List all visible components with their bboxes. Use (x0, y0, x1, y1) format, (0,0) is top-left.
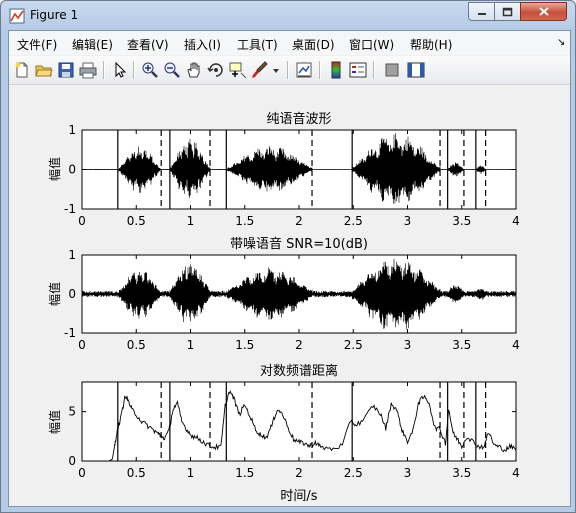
x-tick-label: 0.5 (127, 338, 146, 352)
y-tick-label: -1 (64, 202, 76, 216)
y-tick-label: 1 (68, 248, 76, 262)
toolbar-separator (287, 61, 289, 79)
pan-hand-icon[interactable] (185, 61, 203, 79)
x-tick-label: 0.5 (127, 214, 146, 228)
axes-noisy-speech[interactable]: 带噪语音 SNR=10(dB) 幅值 0 0.5 1 1.5 2 2.5 3 3.5 4-101 (47, 236, 520, 352)
pointer-icon[interactable] (111, 61, 129, 79)
maximize-button[interactable] (494, 2, 521, 21)
menu-tools[interactable]: 工具(T) (237, 36, 278, 53)
minimize-button[interactable] (468, 2, 495, 21)
y-axis-label: 幅值 (47, 282, 62, 306)
open-file-icon[interactable] (35, 61, 53, 79)
x-tick-label: 2.5 (344, 338, 363, 352)
y-axis-label: 幅值 (47, 157, 62, 181)
x-tick-label: 0.5 (127, 466, 146, 480)
rotate-3d-icon[interactable] (207, 61, 225, 79)
x-tick-label: 0 (78, 466, 86, 480)
show-plot-tools-icon[interactable] (407, 61, 425, 79)
toolbar-separator (103, 61, 105, 79)
zoom-out-icon[interactable] (163, 61, 181, 79)
axes-log-spectral-distance[interactable]: 对数频谱距离 幅值 时间/s 0 0.5 1 1.5 2 2.5 3 3.5 4 0 5 (47, 363, 520, 504)
toolbar-separator (133, 61, 135, 79)
x-tick-label: 1 (187, 338, 195, 352)
x-tick-label: 4 (512, 466, 520, 480)
figure-client-area: 文件(F) 编辑(E) 查看(V) 插入(I) 工具(T) 桌面(D) 窗口(W… (8, 30, 571, 507)
window-title: Figure 1 (30, 8, 79, 22)
matlab-figure-icon (9, 8, 25, 24)
x-tick-label: 4 (512, 338, 520, 352)
title-bar[interactable]: Figure 1 (1, 1, 575, 31)
x-tick-label: 1 (187, 214, 195, 228)
toolbar-separator (373, 61, 375, 79)
menu-window[interactable]: 窗口(W) (349, 36, 394, 53)
link-plot-icon[interactable] (295, 61, 313, 79)
menu-bar: 文件(F) 编辑(E) 查看(V) 插入(I) 工具(T) 桌面(D) 窗口(W… (9, 31, 570, 55)
close-icon (538, 7, 549, 16)
axes-title: 对数频谱距离 (260, 363, 338, 379)
menu-desktop[interactable]: 桌面(D) (292, 36, 335, 53)
hide-plot-tools-icon[interactable] (383, 61, 401, 79)
menu-file[interactable]: 文件(F) (17, 36, 57, 53)
maximize-icon (502, 7, 513, 16)
figure-canvas: 纯语音波形 幅值 0 0.5 1 1.5 2 2.5 3 3.5 4 -1 0 1 带噪语音 SNR=… (9, 86, 570, 506)
y-tick-label: -1 (64, 326, 76, 340)
menu-insert[interactable]: 插入(I) (184, 36, 221, 53)
x-tick-label: 1.5 (235, 338, 254, 352)
x-tick-label: 0 (78, 214, 86, 228)
new-figure-icon[interactable] (13, 61, 31, 79)
figure-window: Figure 1 文件(F) 编辑(E) 查看(V) 插入(I) 工具(T) 桌… (0, 0, 576, 513)
y-tick-label: 5 (68, 405, 76, 419)
x-axis-label: 时间/s (280, 489, 317, 504)
x-tick-label: 3.5 (452, 338, 471, 352)
y-tick-label: 1 (68, 123, 76, 137)
x-tick-label: 2.5 (344, 466, 363, 480)
axes-clean-speech[interactable]: 纯语音波形 幅值 0 0.5 1 1.5 2 2.5 3 3.5 4-101 (47, 111, 520, 228)
data-cursor-icon[interactable] (229, 61, 247, 79)
y-tick-label: 0 (68, 454, 76, 468)
x-tick-label: 2.5 (344, 214, 363, 228)
print-icon[interactable] (79, 61, 97, 79)
y-axis-label: 幅值 (47, 410, 62, 434)
axes-title: 纯语音波形 (266, 111, 331, 127)
menu-help[interactable]: 帮助(H) (410, 36, 452, 53)
plots-svg[interactable]: 纯语音波形 幅值 0 0.5 1 1.5 2 2.5 3 3.5 4-101 带噪语音 SNR=… (9, 86, 570, 506)
menu-edit[interactable]: 编辑(E) (72, 36, 113, 53)
figure-toolbar (9, 56, 570, 85)
brush-dropdown-icon[interactable] (271, 61, 281, 79)
colorbar-icon[interactable] (327, 61, 345, 79)
toolbar-separator (319, 61, 321, 79)
x-tick-label: 1.5 (235, 466, 254, 480)
y-tick-label: 0 (68, 163, 76, 177)
menu-view[interactable]: 查看(V) (127, 36, 169, 53)
brush-icon[interactable] (251, 61, 269, 79)
minimize-icon (477, 12, 486, 15)
x-tick-label: 3 (404, 214, 412, 228)
x-tick-label: 3 (404, 466, 412, 480)
x-tick-label: 2 (295, 338, 303, 352)
save-icon[interactable] (57, 61, 75, 79)
menu-overflow-icon[interactable]: ↘ (557, 37, 565, 48)
x-tick-label: 2 (295, 214, 303, 228)
x-tick-label: 1.5 (235, 214, 254, 228)
axes-title: 带噪语音 SNR=10(dB) (230, 236, 368, 252)
legend-icon[interactable] (349, 61, 367, 79)
x-tick-label: 3.5 (452, 466, 471, 480)
x-tick-label: 3.5 (452, 214, 471, 228)
close-button[interactable] (520, 2, 567, 21)
x-tick-label: 0 (78, 338, 86, 352)
x-tick-label: 4 (512, 214, 520, 228)
zoom-in-icon[interactable] (141, 61, 159, 79)
y-tick-label: 0 (68, 287, 76, 301)
x-tick-label: 2 (295, 466, 303, 480)
x-tick-label: 1 (187, 466, 195, 480)
x-tick-label: 3 (404, 338, 412, 352)
